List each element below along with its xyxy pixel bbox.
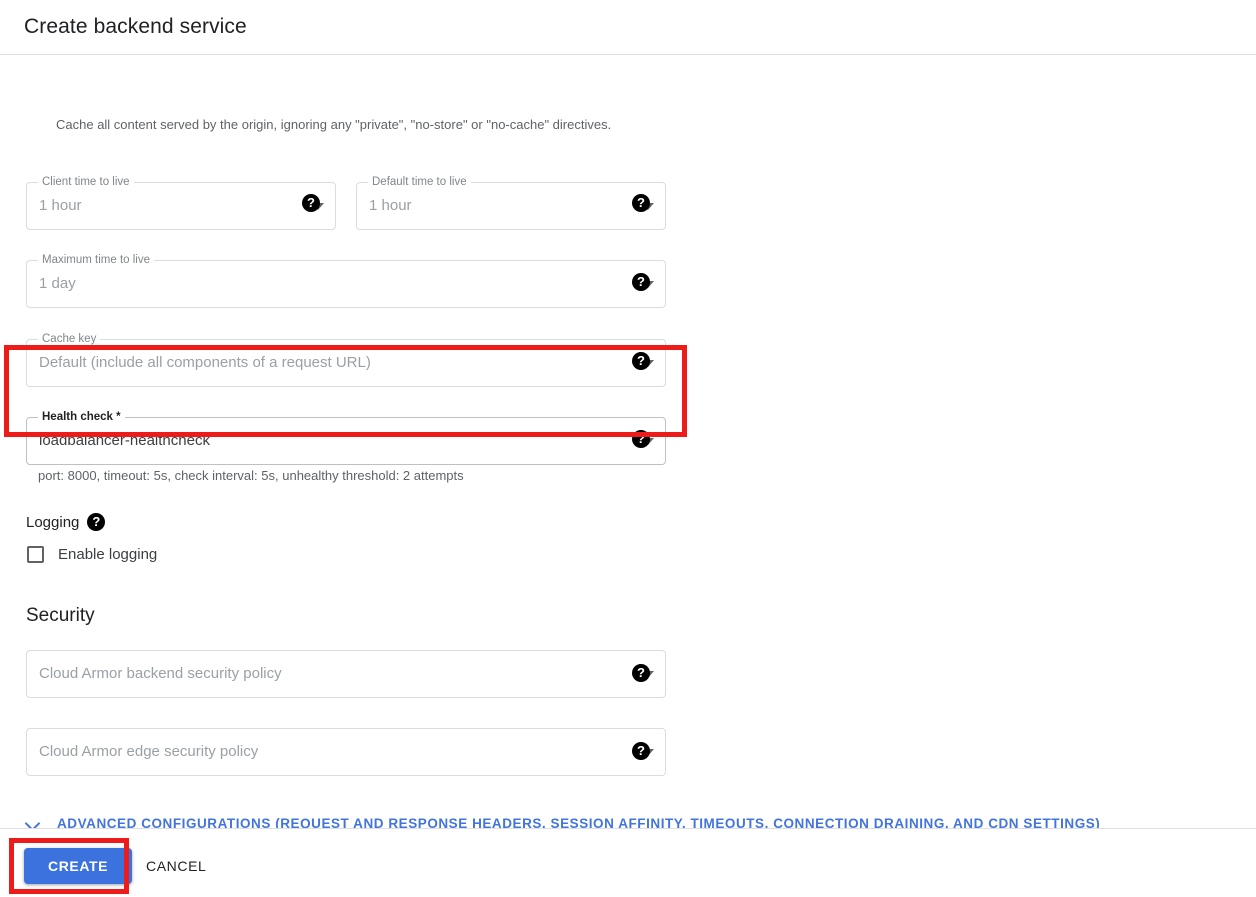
health-check-help-icon[interactable]: ? bbox=[632, 430, 650, 448]
enable-logging-checkbox[interactable] bbox=[27, 546, 44, 563]
form-body: Cache all content served by the origin, … bbox=[0, 55, 1256, 831]
footer-action-bar: CREATE CANCEL bbox=[0, 828, 1256, 897]
cache-description: Cache all content served by the origin, … bbox=[56, 117, 612, 132]
maximum-ttl-value: 1 day bbox=[39, 275, 76, 292]
cloud-armor-backend-policy-value: Cloud Armor backend security policy bbox=[39, 665, 282, 682]
maximum-ttl-field[interactable]: Maximum time to live 1 day bbox=[26, 253, 666, 308]
create-button[interactable]: CREATE bbox=[24, 848, 133, 884]
security-heading: Security bbox=[26, 605, 95, 626]
page-header: Create backend service bbox=[0, 0, 1256, 55]
default-ttl-help-icon[interactable]: ? bbox=[632, 194, 650, 212]
cloud-armor-backend-policy-field[interactable]: Cloud Armor backend security policy bbox=[26, 650, 666, 698]
maximum-ttl-help-icon[interactable]: ? bbox=[632, 273, 650, 291]
default-ttl-field[interactable]: Default time to live 1 hour bbox=[356, 175, 666, 230]
logging-help-icon[interactable]: ? bbox=[87, 513, 106, 531]
cache-key-value: Default (include all components of a req… bbox=[39, 354, 371, 371]
client-ttl-help-icon[interactable]: ? bbox=[302, 194, 320, 212]
health-check-hint: port: 8000, timeout: 5s, check interval:… bbox=[38, 468, 464, 483]
enable-logging-row[interactable]: Enable logging bbox=[27, 546, 157, 563]
client-ttl-field[interactable]: Client time to live 1 hour bbox=[26, 175, 336, 230]
client-ttl-value: 1 hour bbox=[39, 197, 82, 214]
cloud-armor-edge-policy-value: Cloud Armor edge security policy bbox=[39, 743, 259, 760]
logging-heading-label: Logging bbox=[26, 513, 80, 531]
health-check-field[interactable]: Health check * loadbalancer-healthcheck bbox=[26, 410, 666, 465]
cache-key-field[interactable]: Cache key Default (include all component… bbox=[26, 332, 666, 387]
cancel-button[interactable]: CANCEL bbox=[146, 848, 206, 884]
health-check-value: loadbalancer-healthcheck bbox=[39, 432, 210, 449]
cloud-armor-edge-policy-field[interactable]: Cloud Armor edge security policy bbox=[26, 728, 666, 776]
cache-key-help-icon[interactable]: ? bbox=[632, 352, 650, 370]
page-title: Create backend service bbox=[24, 15, 247, 38]
enable-logging-label: Enable logging bbox=[58, 546, 158, 563]
logging-heading: Logging ? bbox=[26, 513, 106, 531]
default-ttl-value: 1 hour bbox=[369, 197, 412, 214]
cloud-armor-backend-policy-help-icon[interactable]: ? bbox=[632, 664, 650, 682]
cloud-armor-edge-policy-help-icon[interactable]: ? bbox=[632, 742, 650, 760]
